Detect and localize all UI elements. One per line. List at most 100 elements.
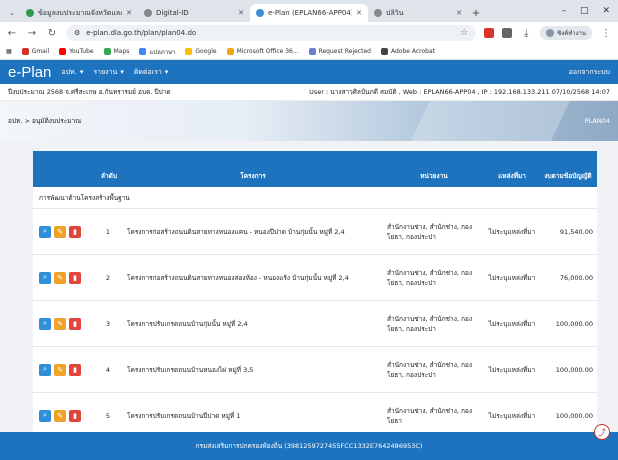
- cell-budget: 91,540.00: [559, 227, 593, 236]
- url-field[interactable]: ⚙ e-plan.dla.go.th/plan/plan04.do ☆: [66, 25, 477, 41]
- browser-tab-3[interactable]: e-Plan (EPLAN66-APP04) ✕: [250, 4, 368, 22]
- edit-icon: ✎: [57, 365, 63, 374]
- download-icon[interactable]: ⤓: [520, 28, 532, 39]
- browser-tab-2[interactable]: Digital-ID ✕: [138, 4, 250, 22]
- reload-icon[interactable]: ↻: [46, 28, 58, 39]
- minimize-icon[interactable]: –: [561, 6, 566, 16]
- url-text: e-plan.dla.go.th/plan/plan04.do: [86, 29, 197, 37]
- browser-tab-1[interactable]: ข้อมูลงบประมาณจังหวัดและแผนงาน ✕: [20, 4, 138, 22]
- app-logo[interactable]: e-Plan: [8, 64, 51, 81]
- bookmark-maps[interactable]: Maps: [103, 48, 129, 55]
- cell-index: 1: [105, 227, 111, 236]
- close-icon[interactable]: ✕: [126, 9, 132, 17]
- cell-source: ไม่ระบุแหล่งที่มา: [488, 365, 536, 374]
- view-button[interactable]: ⌕: [39, 409, 51, 422]
- edit-button[interactable]: ✎: [54, 409, 66, 422]
- fiscal-info: ปีงบประมาณ 2568 จ.ศรีสะเกษ อ.กันทรารมย์ …: [8, 88, 171, 96]
- bookmark-label: แปลภาษา: [149, 48, 176, 56]
- close-icon[interactable]: ✕: [238, 9, 244, 17]
- header-source: แหล่งที่มา: [498, 172, 526, 180]
- menu-item-contact[interactable]: ติดต่อเรา ▾: [134, 67, 168, 78]
- edit-button[interactable]: ✎: [54, 363, 66, 376]
- site-info-icon[interactable]: ⚙: [74, 29, 80, 37]
- close-icon[interactable]: ✕: [356, 9, 362, 17]
- chevron-down-icon: ▾: [164, 68, 169, 76]
- bookmark-gmail[interactable]: Gmail: [21, 48, 49, 55]
- view-button[interactable]: ⌕: [39, 271, 51, 284]
- pdf-icon[interactable]: ⤴: [594, 424, 610, 440]
- bookmark-office[interactable]: Microsoft Office 36...: [226, 48, 299, 55]
- page-footer: กรมส่งเสริมการปกครองท้องถิ่น (3981259727…: [0, 432, 618, 460]
- view-button[interactable]: ⌕: [39, 363, 51, 376]
- new-tab-button[interactable]: +: [468, 4, 484, 22]
- search-icon: ⌕: [43, 227, 47, 235]
- edit-button[interactable]: ✎: [54, 271, 66, 284]
- bookmarks-bar: ▦ Gmail YouTube Maps แปลภาษา Google Micr…: [0, 44, 618, 60]
- edit-button[interactable]: ✎: [54, 317, 66, 330]
- translate-icon: [139, 48, 147, 55]
- bookmark-youtube[interactable]: YouTube: [59, 48, 94, 55]
- profile-label: ซิงค์ทำงาน: [557, 30, 586, 37]
- edit-icon: ✎: [57, 273, 63, 282]
- edit-icon: ✎: [57, 227, 63, 236]
- edit-button[interactable]: ✎: [54, 225, 66, 238]
- bookmark-google[interactable]: Google: [185, 48, 217, 55]
- menu-item-reports[interactable]: รายงาน ▾: [93, 67, 123, 78]
- info-bar: ปีงบประมาณ 2568 จ.ศรีสะเกษ อ.กันทรารมย์ …: [0, 84, 618, 101]
- profile-button[interactable]: ซิงค์ทำงาน: [540, 26, 592, 40]
- extensions-puzzle-icon[interactable]: [502, 28, 513, 38]
- delete-button[interactable]: ▮: [69, 409, 81, 422]
- bookmark-translate[interactable]: แปลภาษา: [139, 47, 175, 57]
- cell-budget: 100,000.00: [555, 365, 593, 374]
- breadcrumb[interactable]: อปท. > อนุมัติงบประมาณ: [8, 116, 81, 126]
- bookmark-request-rejected[interactable]: Request Rejected: [308, 48, 371, 55]
- search-icon: ⌕: [43, 319, 47, 327]
- bookmark-adobe[interactable]: Adobe Acrobat: [380, 48, 435, 55]
- tab-search-icon[interactable]: ⌄: [4, 4, 20, 22]
- tab-label: Digital-ID: [156, 9, 189, 17]
- back-icon[interactable]: ←: [6, 28, 18, 39]
- cell-index: 2: [105, 273, 111, 282]
- row-actions: ⌕ ✎ ▮: [33, 317, 93, 330]
- apps-grid-icon[interactable]: ▦: [6, 48, 12, 55]
- delete-button[interactable]: ▮: [69, 271, 81, 284]
- section-heading: การพัฒนาด้านโครงสร้างพื้นฐาน: [33, 187, 597, 209]
- browser-tab-4[interactable]: ปลิวิน ✕: [368, 4, 468, 22]
- delete-button[interactable]: ▮: [69, 225, 81, 238]
- youtube-icon: [59, 48, 67, 55]
- menu-label: อปท.: [61, 67, 77, 76]
- delete-button[interactable]: ▮: [69, 363, 81, 376]
- view-button[interactable]: ⌕: [39, 225, 51, 238]
- more-menu-icon[interactable]: ⋮: [600, 28, 612, 39]
- cell-project: โครงการปรับเกรดถนนบ้านปีปาด หมู่ที่ 1: [127, 411, 241, 420]
- cell-index: 5: [105, 411, 111, 420]
- cell-project: โครงการปรับเกรดถนนบ้านหนองไผ่ หมู่ที่ 3,…: [127, 365, 254, 374]
- maximize-icon[interactable]: □: [580, 6, 589, 16]
- menu-item-opt[interactable]: อปท. ▾: [61, 67, 83, 78]
- view-button[interactable]: ⌕: [39, 317, 51, 330]
- cell-index: 3: [105, 319, 111, 328]
- chevron-down-icon: ▾: [120, 68, 124, 76]
- edit-icon: ✎: [57, 319, 63, 328]
- bookmark-label: Request Rejected: [318, 48, 371, 55]
- menu-label: ติดต่อเรา: [133, 67, 162, 76]
- edit-icon: ✎: [57, 411, 63, 420]
- office-icon: [226, 48, 234, 55]
- bookmark-star-icon[interactable]: ☆: [460, 28, 468, 38]
- logout-link[interactable]: ออกจากระบบ: [569, 67, 610, 78]
- close-icon[interactable]: ✕: [456, 9, 462, 17]
- delete-button[interactable]: ▮: [69, 317, 81, 330]
- search-icon: ⌕: [43, 411, 47, 419]
- trash-icon: ▮: [73, 319, 77, 328]
- adobe-icon: [380, 48, 388, 55]
- forward-icon[interactable]: →: [26, 28, 38, 39]
- row-actions: ⌕ ✎ ▮: [33, 271, 93, 284]
- extension-icon[interactable]: [484, 28, 495, 38]
- tab-label: e-Plan (EPLAN66-APP04): [268, 9, 353, 17]
- page-banner: อปท. > อนุมัติงบประมาณ PLAN04: [0, 101, 618, 141]
- globe-icon: [308, 48, 316, 55]
- close-window-icon[interactable]: ✕: [602, 6, 610, 16]
- address-bar-row: ← → ↻ ⚙ e-plan.dla.go.th/plan/plan04.do …: [0, 22, 618, 44]
- cell-agency: สำนักงานช่าง, สำนักช่าง, กองโยธา, กองประ…: [387, 268, 473, 287]
- avatar: [546, 29, 555, 37]
